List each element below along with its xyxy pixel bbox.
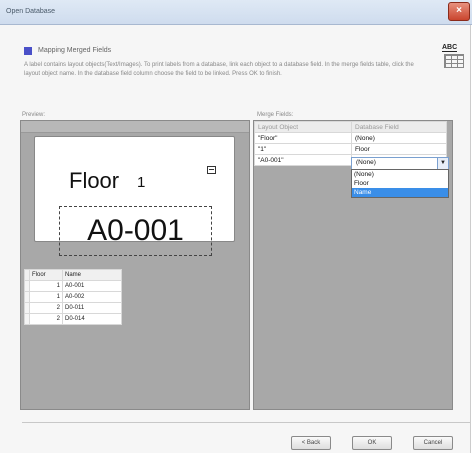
- dropdown-options-list[interactable]: (None) Floor Name: [351, 169, 449, 198]
- table-row[interactable]: 2 D0-014: [24, 313, 122, 325]
- preview-label: Preview:: [22, 112, 46, 118]
- layout-object-cell[interactable]: "1": [254, 143, 352, 155]
- close-button[interactable]: ×: [448, 2, 470, 21]
- title-bar: Open Database ×: [0, 0, 472, 25]
- dropdown-selected-value: (None): [356, 159, 376, 166]
- database-table: Floor Name 1 A0-001 1 A0-002 2 D0-011 2 …: [24, 269, 122, 325]
- column-header-database-field: Database Field: [351, 121, 447, 133]
- preview-toolbar-strip: [21, 121, 249, 133]
- cell-floor: 1: [29, 280, 63, 292]
- cell-name: A0-002: [62, 291, 122, 303]
- merge-fields-icon: ABC: [442, 44, 464, 68]
- column-header-name[interactable]: Name: [62, 269, 122, 281]
- database-icon: [207, 166, 216, 174]
- abc-glyph-icon: ABC: [442, 44, 458, 52]
- merge-fields-label: Merge Fields:: [257, 112, 294, 118]
- header-square-icon: [24, 47, 32, 55]
- cell-name: D0-014: [62, 313, 122, 325]
- grid-glyph-icon: [444, 54, 464, 68]
- merge-row[interactable]: "Floor" (None): [254, 132, 447, 144]
- merge-fields-panel: Layout Object Database Field "Floor" (No…: [253, 120, 453, 410]
- back-button[interactable]: < Back: [291, 436, 331, 450]
- layout-object-cell[interactable]: "A0-001": [254, 154, 352, 166]
- table-row[interactable]: 2 D0-011: [24, 302, 122, 314]
- layout-object-cell[interactable]: "Floor": [254, 132, 352, 144]
- code-text-object[interactable]: A0-001: [59, 214, 212, 248]
- ok-button[interactable]: OK: [352, 436, 392, 450]
- column-header-floor[interactable]: Floor: [29, 269, 63, 281]
- header-title: Mapping Merged Fields: [38, 47, 112, 54]
- floor-number-object[interactable]: 1: [137, 174, 145, 191]
- cell-floor: 2: [29, 302, 63, 314]
- cancel-button[interactable]: Cancel: [413, 436, 453, 450]
- table-row[interactable]: 1 A0-002: [24, 291, 122, 303]
- header-description: A label contains layout objects(Text/Ima…: [24, 62, 414, 77]
- cell-floor: 2: [29, 313, 63, 325]
- chevron-down-icon[interactable]: ▼: [437, 158, 448, 169]
- database-field-cell[interactable]: Floor: [351, 143, 447, 155]
- label-canvas: Floor 1 A0-001: [34, 136, 235, 256]
- table-header-row: Floor Name: [24, 269, 122, 281]
- table-row[interactable]: 1 A0-001: [24, 280, 122, 292]
- preview-panel: Floor 1 A0-001 Floor Name 1 A0-001 1 A0-…: [20, 120, 250, 410]
- database-field-cell[interactable]: (None): [351, 132, 447, 144]
- cell-floor: 1: [29, 291, 63, 303]
- floor-text-object[interactable]: Floor: [69, 168, 119, 194]
- dropdown-option[interactable]: (None): [352, 170, 448, 179]
- dropdown-option-highlighted[interactable]: Name: [352, 188, 448, 197]
- merge-header-row: Layout Object Database Field: [254, 121, 447, 133]
- footer-divider: [22, 422, 470, 423]
- dropdown-option[interactable]: Floor: [352, 179, 448, 188]
- cell-name: D0-011: [62, 302, 122, 314]
- column-header-layout-object: Layout Object: [254, 121, 352, 133]
- cell-name: A0-001: [62, 280, 122, 292]
- merge-row[interactable]: "1" Floor: [254, 143, 447, 155]
- window-title: Open Database: [6, 8, 56, 15]
